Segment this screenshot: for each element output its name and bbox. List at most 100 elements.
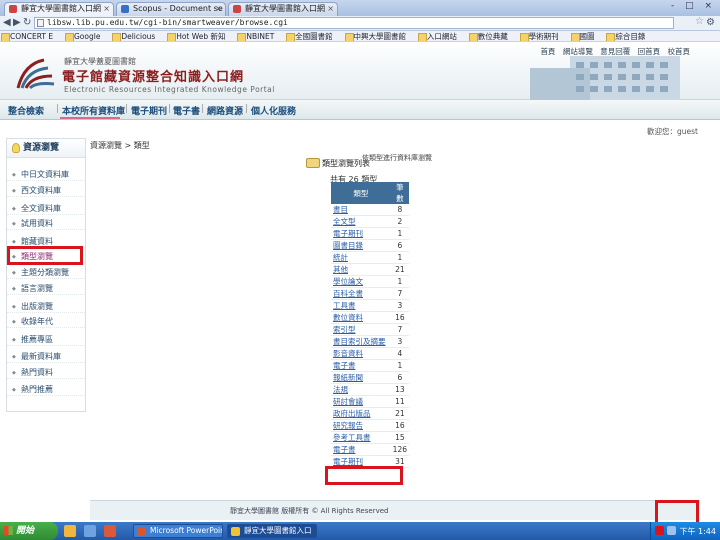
table-row[interactable]: 索引型 7 <box>331 323 409 337</box>
taskbar-powerpoint[interactable]: Microsoft PowerPoint <box>133 524 223 538</box>
type-name-link[interactable]: 報紙新聞 <box>331 371 391 385</box>
nav-ebooks[interactable]: 電子書 <box>173 104 200 117</box>
table-row[interactable]: 書目索引及摘要 3 <box>331 335 409 349</box>
reload-icon[interactable]: ↻ <box>23 17 31 28</box>
table-row[interactable]: 研究報告 16 <box>331 419 409 433</box>
sidebar-item[interactable]: 最新資料庫 <box>7 351 85 363</box>
sidebar-item[interactable]: 中日文資料庫 <box>7 169 85 181</box>
browser-tab-portal[interactable]: 靜宜大學圖書館入口網 × <box>4 2 114 16</box>
bookmark-item[interactable]: 數位典藏 <box>468 31 508 41</box>
table-row[interactable]: 統計 1 <box>331 251 409 265</box>
tray-icon[interactable] <box>667 526 676 535</box>
type-name-link[interactable]: 學位論文 <box>331 275 391 289</box>
type-name-link[interactable]: 參考工具書 <box>331 431 391 445</box>
type-name-link[interactable]: 研究報告 <box>331 419 391 433</box>
sidebar-item[interactable]: 西文資料庫 <box>7 185 85 197</box>
taskbar-browser[interactable]: 靜宜大學圖書館入口 <box>227 524 317 538</box>
nav-ejournals[interactable]: 電子期刊 <box>131 104 167 117</box>
wrench-icon[interactable]: ⚙ <box>706 17 715 28</box>
browser-tab-scopus[interactable]: Scopus - Document se × <box>116 2 226 16</box>
table-row[interactable]: 參考工具書 15 <box>331 431 409 445</box>
sidebar-item[interactable]: 語言瀏覽 <box>7 283 85 295</box>
top-link-back-home[interactable]: 回首頁 <box>638 47 661 56</box>
bookmark-item[interactable]: 綜合目錄 <box>605 31 645 41</box>
bookmark-item[interactable]: 學術期刊 <box>519 31 559 41</box>
top-link-feedback[interactable]: 意見回覆 <box>600 47 630 56</box>
table-row[interactable]: 圖書目錄 6 <box>331 239 409 253</box>
bookmark-star-icon[interactable]: ☆ <box>695 16 704 27</box>
url-input[interactable]: libsw.lib.pu.edu.tw/cgi-bin/smartweaver/… <box>34 17 674 29</box>
table-row[interactable]: 書目 8 <box>331 204 409 217</box>
bookmark-item[interactable]: 全國圖書館 <box>285 31 333 41</box>
type-name-link[interactable]: 數位資料 <box>331 311 391 325</box>
type-name-link[interactable]: 研討會議 <box>331 395 391 409</box>
bookmark-item[interactable]: 入口網站 <box>417 31 457 41</box>
sidebar-item[interactable]: 推薦專區 <box>7 334 85 346</box>
top-link-school[interactable]: 校首頁 <box>668 47 691 56</box>
back-arrow-icon[interactable]: ◀ <box>3 17 11 28</box>
table-row[interactable]: 其他 21 <box>331 263 409 277</box>
nav-all-databases[interactable]: 本校所有資料庫 <box>62 104 125 117</box>
type-name-link[interactable]: 工具書 <box>331 299 391 313</box>
table-row[interactable]: 全文型 2 <box>331 215 409 229</box>
sidebar-item[interactable]: 熱門資料 <box>7 367 85 379</box>
table-row[interactable]: 電子書 126 <box>331 443 409 457</box>
type-name-link[interactable]: 其他 <box>331 263 391 277</box>
breadcrumb: 資源瀏覽 > 類型 <box>90 141 150 150</box>
type-name-link[interactable]: 電子書 <box>331 443 391 457</box>
close-icon[interactable]: × <box>215 3 222 15</box>
quick-launch-icon[interactable] <box>83 525 96 537</box>
type-name-link[interactable]: 索引型 <box>331 323 391 337</box>
top-link-home[interactable]: 首頁 <box>540 47 555 56</box>
table-row[interactable]: 政府出版品 21 <box>331 407 409 421</box>
table-row[interactable]: 學位論文 1 <box>331 275 409 289</box>
type-name-link[interactable]: 圖書目錄 <box>331 239 391 253</box>
bookmark-item[interactable]: Delicious <box>111 31 155 41</box>
sidebar-item[interactable]: 出版瀏覽 <box>7 301 85 313</box>
table-row[interactable]: 報紙新聞 6 <box>331 371 409 385</box>
type-name-link[interactable]: 法規 <box>331 383 391 397</box>
type-name-link[interactable]: 統計 <box>331 251 391 265</box>
bookmark-item[interactable]: 國圖 <box>570 31 595 41</box>
type-name-link[interactable]: 書目 <box>331 204 391 217</box>
bookmark-item[interactable]: Google <box>64 31 100 41</box>
table-row[interactable]: 電子書 1 <box>331 359 409 373</box>
browser-tab-portal-2[interactable]: 靜宜大學圖書館入口網 × <box>228 2 338 16</box>
sidebar-item[interactable]: 全文資料庫 <box>7 203 85 215</box>
table-row[interactable]: 百科全書 7 <box>331 287 409 301</box>
window-controls[interactable]: - □ × <box>671 1 716 11</box>
nav-integrated-search[interactable]: 整合檢索 <box>8 104 44 117</box>
table-row[interactable]: 工具書 3 <box>331 299 409 313</box>
table-row[interactable]: 研討會議 11 <box>331 395 409 409</box>
nav-web-resources[interactable]: 網路資源 <box>207 104 243 117</box>
close-icon[interactable]: × <box>103 3 110 15</box>
type-name-link[interactable]: 電子書 <box>331 359 391 373</box>
bookmark-item[interactable]: CONCERT E <box>0 31 53 41</box>
nav-personal-services[interactable]: 個人化服務 <box>251 104 296 117</box>
tray-icon[interactable] <box>655 526 664 535</box>
bookmark-item[interactable]: NBINET <box>236 31 274 41</box>
type-name-link[interactable]: 影音資料 <box>331 347 391 361</box>
sidebar-item[interactable]: 熱門推薦 <box>7 384 85 396</box>
type-name-link[interactable]: 全文型 <box>331 215 391 229</box>
table-row[interactable]: 法規 13 <box>331 383 409 397</box>
table-row[interactable]: 電子期刊 1 <box>331 227 409 241</box>
type-name-link[interactable]: 政府出版品 <box>331 407 391 421</box>
type-name-link[interactable]: 書目索引及摘要 <box>331 335 391 349</box>
quick-launch-icon[interactable] <box>64 525 76 537</box>
sidebar-item[interactable]: 主題分類瀏覽 <box>7 267 85 279</box>
type-name-link[interactable]: 電子期刊 <box>331 227 391 241</box>
start-button[interactable]: 開始 <box>0 522 58 540</box>
sidebar-item[interactable]: 試用資料 <box>7 218 85 230</box>
quick-launch-icon[interactable] <box>103 525 116 537</box>
bookmark-item[interactable]: 中興大學圖書館 <box>344 31 406 41</box>
forward-arrow-icon[interactable]: ▶ <box>13 17 21 28</box>
main-nav: 整合檢索 | 本校所有資料庫 | 電子期刊 | 電子書 | 網路資源 | 個人化… <box>0 100 720 120</box>
type-name-link[interactable]: 百科全書 <box>331 287 391 301</box>
bookmark-item[interactable]: Hot Web 新知 <box>166 31 226 41</box>
close-icon[interactable]: × <box>327 3 334 15</box>
table-row[interactable]: 數位資料 16 <box>331 311 409 325</box>
table-row[interactable]: 影音資料 4 <box>331 347 409 361</box>
sidebar-item[interactable]: 收錄年代 <box>7 316 85 328</box>
top-link-sitemap[interactable]: 網站導覽 <box>563 47 593 56</box>
